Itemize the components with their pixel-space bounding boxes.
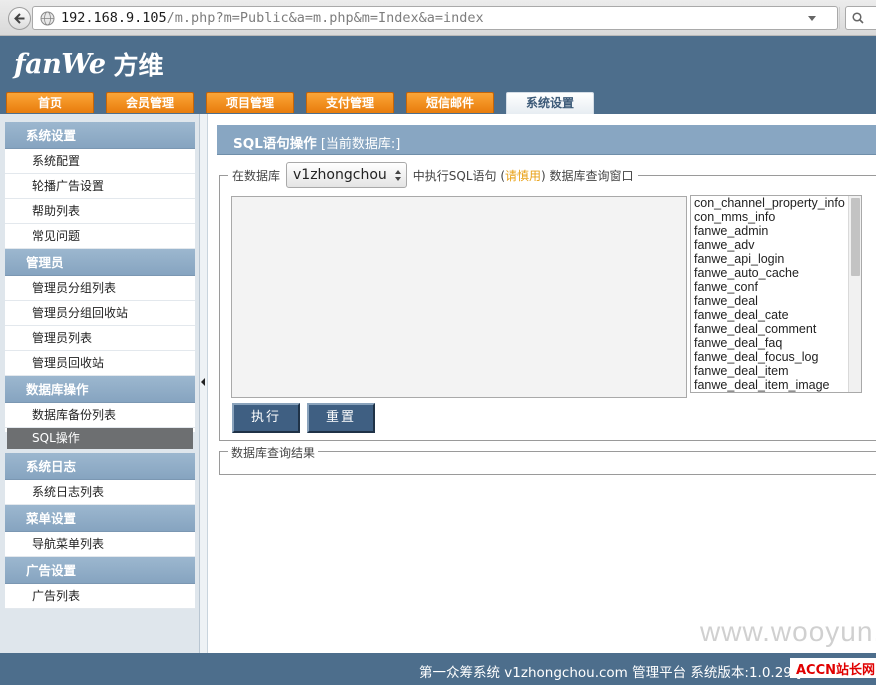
main-nav-tabs: 首页 会员管理 项目管理 支付管理 短信邮件 系统设置 — [0, 92, 876, 114]
url-text: 192.168.9.105/m.php?m=Public&a=m.php&m=I… — [61, 10, 484, 26]
footer-text: 第一众筹系统 v1zhongchou.com 管理平台 系统版本:1.0.29 … — [419, 665, 802, 681]
globe-icon — [40, 11, 55, 26]
url-path: /m.php?m=Public&a=m.php&m=Index&a=index — [166, 10, 484, 26]
collapse-arrow-icon — [201, 378, 205, 386]
legend-suffix: ) 数据库查询窗口 — [541, 168, 634, 183]
table-list-item[interactable]: con_channel_property_info — [694, 196, 861, 210]
sidebar-item-admin-group-trash[interactable]: 管理员分组回收站 — [5, 301, 195, 326]
sidebar-item-log-list[interactable]: 系统日志列表 — [5, 480, 195, 505]
database-select-value: v1zhongchou — [293, 167, 387, 183]
sidebar-section-system-settings[interactable]: 系统设置 — [5, 122, 195, 149]
tab-members[interactable]: 会员管理 — [106, 92, 194, 113]
scrollbar-thumb[interactable] — [851, 198, 860, 276]
main-content: SQL语句操作 [当前数据库:] 在数据库 v1zhongchou 中执行SQL语… — [209, 114, 876, 653]
footer: 第一众筹系统 v1zhongchou.com 管理平台 系统版本:1.0.29 … — [0, 653, 876, 685]
tab-home[interactable]: 首页 — [6, 92, 94, 113]
browser-toolbar: 192.168.9.105/m.php?m=Public&a=m.php&m=I… — [0, 0, 876, 36]
query-result-legend: 数据库查询结果 — [228, 444, 319, 461]
legend-middle: 中执行SQL语句 ( — [412, 168, 506, 183]
select-arrows-icon — [394, 169, 401, 181]
legend-prefix: 在数据库 — [232, 168, 281, 183]
sidebar-item-db-backups[interactable]: 数据库备份列表 — [5, 403, 195, 428]
legend-warning: 请慎用 — [505, 168, 542, 183]
logo: fanWe 方维 — [14, 46, 164, 82]
sidebar: 系统设置 系统配置 轮播广告设置 帮助列表 常见问题 管理员 管理员分组列表 管… — [0, 114, 200, 653]
current-database-label: [当前数据库:] — [320, 137, 401, 152]
back-arrow-icon — [14, 13, 25, 24]
back-button[interactable] — [8, 7, 31, 30]
logo-chinese: 方维 — [113, 51, 164, 80]
url-dropdown-icon[interactable] — [808, 16, 816, 21]
query-result-fieldset: 数据库查询结果 — [219, 444, 876, 475]
sql-query-fieldset: 在数据库 v1zhongchou 中执行SQL语句 ( 请慎用 ) 数据库查询窗… — [219, 162, 876, 441]
table-list-item[interactable]: fanwe_api_login — [694, 252, 861, 266]
sidebar-item-admin-list[interactable]: 管理员列表 — [5, 326, 195, 351]
sidebar-section-system-log[interactable]: 系统日志 — [5, 453, 195, 480]
page-title-bar: SQL语句操作 [当前数据库:] — [217, 125, 876, 155]
table-list-item[interactable]: fanwe_deal_cate — [694, 308, 861, 322]
search-icon — [852, 12, 864, 24]
sql-input[interactable] — [231, 196, 687, 398]
execute-button[interactable]: 执行 — [232, 403, 300, 433]
table-list[interactable]: con_channel_property_info con_mms_info fan… — [690, 195, 862, 393]
sidebar-section-ad-settings[interactable]: 广告设置 — [5, 557, 195, 584]
table-list-item[interactable]: fanwe_auto_cache — [694, 266, 861, 280]
sidebar-item-help-list[interactable]: 帮助列表 — [5, 199, 195, 224]
page-title-text: SQL语句操作 — [233, 136, 317, 152]
reset-button[interactable]: 重置 — [307, 403, 375, 433]
sidebar-item-carousel-ads[interactable]: 轮播广告设置 — [5, 174, 195, 199]
tab-projects[interactable]: 项目管理 — [206, 92, 294, 113]
browser-search-box[interactable] — [845, 6, 876, 30]
table-list-item[interactable]: fanwe_conf — [694, 280, 861, 294]
app-header: fanWe 方维 首页 会员管理 项目管理 支付管理 短信邮件 系统设置 — [0, 36, 876, 114]
table-list-item[interactable]: con_mms_info — [694, 210, 861, 224]
sidebar-item-ad-list[interactable]: 广告列表 — [5, 584, 195, 609]
sidebar-section-database[interactable]: 数据库操作 — [5, 376, 195, 403]
table-list-items: con_channel_property_info con_mms_info fan… — [691, 196, 861, 392]
logo-english: fanWe — [14, 48, 106, 80]
sidebar-item-faq[interactable]: 常见问题 — [5, 224, 195, 249]
sidebar-collapse-handle[interactable] — [200, 114, 208, 653]
watermark-site: www.wooyun.org — [700, 616, 876, 647]
page-title: SQL语句操作 [当前数据库:] — [233, 132, 400, 152]
sidebar-item-admin-trash[interactable]: 管理员回收站 — [5, 351, 195, 376]
tab-payments[interactable]: 支付管理 — [306, 92, 394, 113]
table-list-item[interactable]: fanwe_deal — [694, 294, 861, 308]
sql-query-legend: 在数据库 v1zhongchou 中执行SQL语句 ( 请慎用 ) 数据库查询窗… — [228, 162, 638, 188]
tab-sms-email[interactable]: 短信邮件 — [406, 92, 494, 113]
table-list-item[interactable]: fanwe_deal_comment — [694, 322, 861, 336]
sidebar-item-nav-menu[interactable]: 导航菜单列表 — [5, 532, 195, 557]
table-list-item[interactable]: fanwe_deal_item_image — [694, 378, 861, 392]
table-list-scrollbar[interactable] — [848, 196, 861, 392]
address-bar[interactable]: 192.168.9.105/m.php?m=Public&a=m.php&m=I… — [32, 6, 860, 30]
sidebar-section-admins[interactable]: 管理员 — [5, 249, 195, 276]
tab-system-settings[interactable]: 系统设置 — [506, 92, 594, 114]
sidebar-item-system-config[interactable]: 系统配置 — [5, 149, 195, 174]
sidebar-menu: 系统设置 系统配置 轮播广告设置 帮助列表 常见问题 管理员 管理员分组列表 管… — [5, 122, 195, 609]
url-host: 192.168.9.105 — [61, 10, 167, 26]
table-list-item[interactable]: fanwe_admin — [694, 224, 861, 238]
table-list-item[interactable]: fanwe_deal_item — [694, 364, 861, 378]
sidebar-section-menu-settings[interactable]: 菜单设置 — [5, 505, 195, 532]
table-list-item[interactable]: fanwe_deal_faq — [694, 336, 861, 350]
watermark-tag: ACCN站长网 — [796, 663, 876, 678]
database-select[interactable]: v1zhongchou — [286, 162, 407, 188]
sidebar-item-admin-groups[interactable]: 管理员分组列表 — [5, 276, 195, 301]
table-list-item[interactable]: fanwe_adv — [694, 238, 861, 252]
table-list-item[interactable]: fanwe_deal_focus_log — [694, 350, 861, 364]
